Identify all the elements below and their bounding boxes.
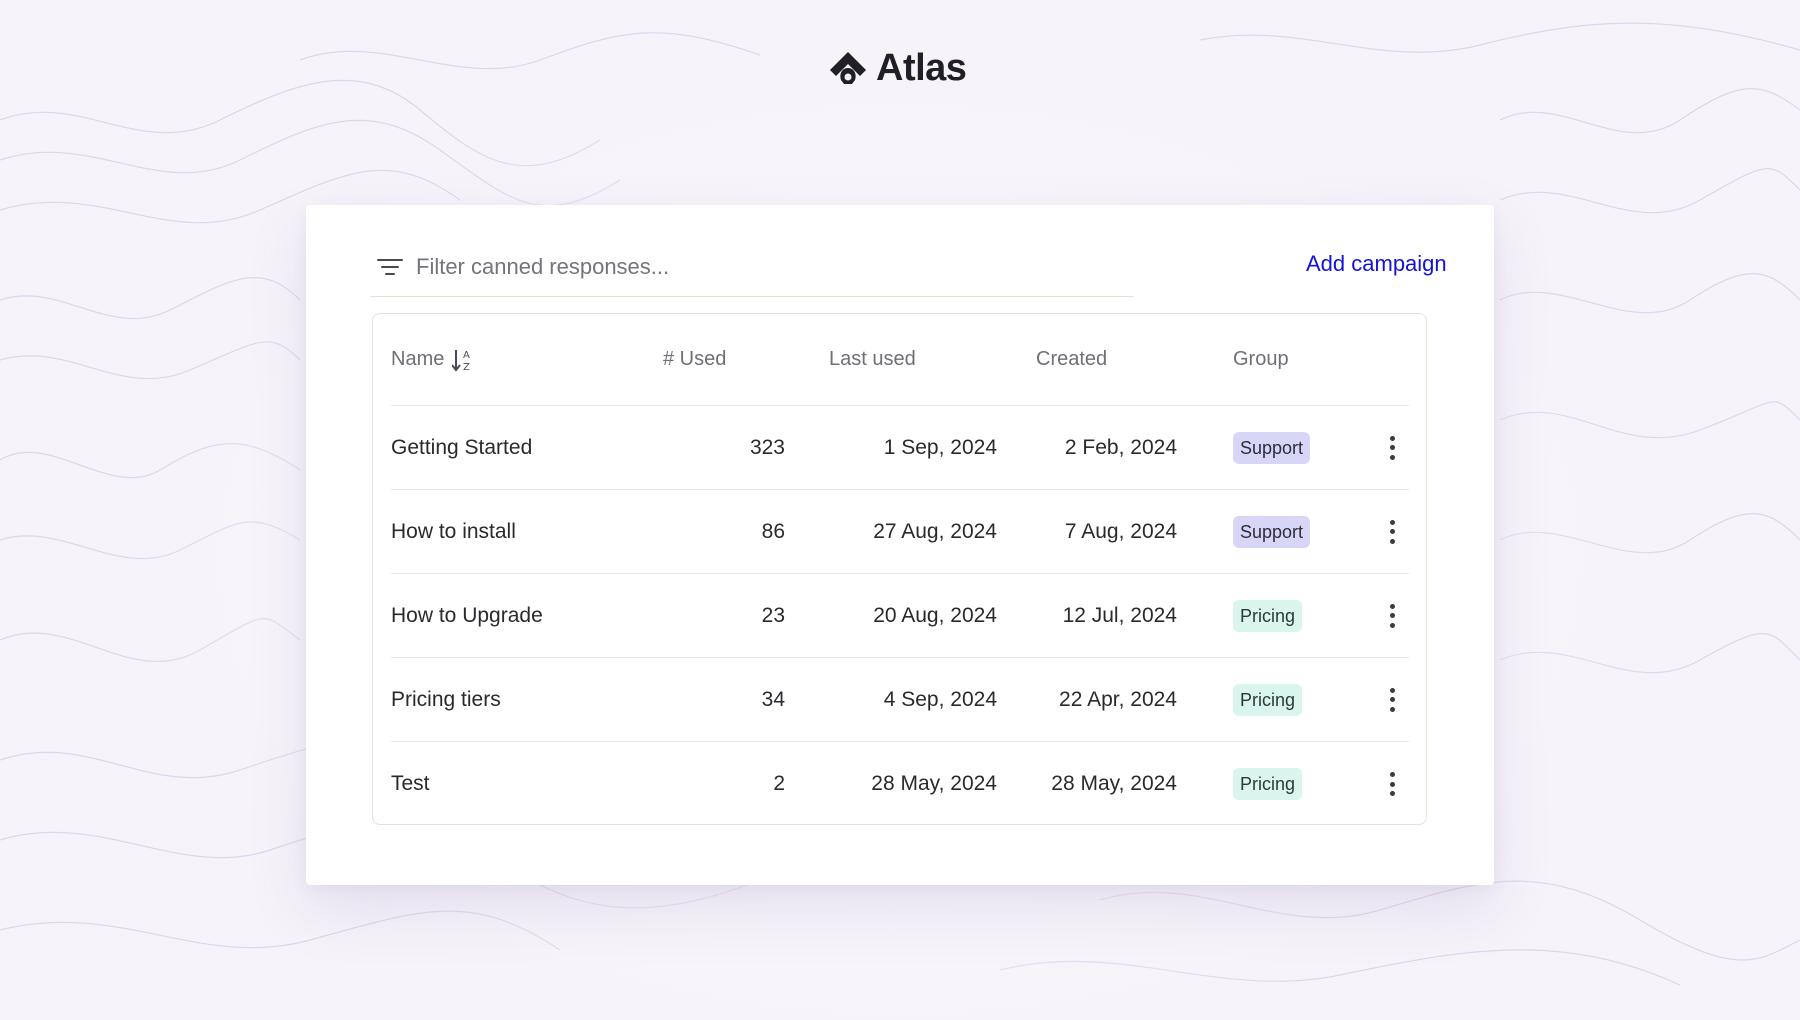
add-campaign-button[interactable]: Add campaign: [1306, 251, 1447, 277]
column-header-name-label: Name: [391, 348, 445, 370]
row-last-used: 4 Sep, 2024: [883, 687, 997, 711]
row-menu-cell: [1377, 406, 1407, 489]
row-last-used: 1 Sep, 2024: [883, 435, 997, 459]
table-row[interactable]: Getting Started 323 1 Sep, 2024 2 Feb, 2…: [391, 406, 1409, 490]
row-group-cell: Pricing: [1233, 658, 1353, 741]
svg-text:A: A: [463, 350, 470, 361]
column-header-name[interactable]: Name A Z: [391, 314, 631, 405]
row-name: How to Upgrade: [391, 603, 543, 627]
row-created: 12 Jul, 2024: [1062, 603, 1177, 627]
more-vertical-icon[interactable]: [1377, 600, 1407, 632]
row-group-cell: Support: [1233, 406, 1353, 489]
group-badge: Pricing: [1233, 768, 1303, 800]
row-name: How to install: [391, 519, 516, 543]
row-group-cell: Support: [1233, 490, 1353, 573]
filter-input[interactable]: [416, 253, 1056, 280]
responses-table: Name A Z # Used Last used Created Group …: [372, 313, 1427, 825]
row-created: 22 Apr, 2024: [1059, 687, 1177, 711]
table-row[interactable]: How to Upgrade 23 20 Aug, 2024 12 Jul, 2…: [391, 574, 1409, 658]
group-badge: Support: [1233, 515, 1311, 548]
canned-responses-card: Add campaign Name A Z # Used Last used C…: [306, 205, 1494, 885]
row-used-count: 323: [749, 435, 785, 459]
more-vertical-icon[interactable]: [1377, 432, 1407, 464]
row-last-used: 28 May, 2024: [871, 772, 997, 795]
column-header-created[interactable]: Created: [1036, 314, 1202, 405]
column-header-last-used[interactable]: Last used: [829, 314, 1015, 405]
filter-bar: [370, 237, 1134, 297]
atlas-logo-icon: [830, 52, 866, 84]
row-used-count: 23: [761, 603, 785, 627]
row-last-used: 27 Aug, 2024: [873, 519, 997, 543]
row-menu-cell: [1377, 490, 1407, 573]
row-created: 7 Aug, 2024: [1064, 519, 1177, 543]
more-vertical-icon[interactable]: [1377, 516, 1407, 548]
row-menu-cell: [1377, 574, 1407, 657]
table-row[interactable]: Pricing tiers 34 4 Sep, 2024 22 Apr, 202…: [391, 658, 1409, 742]
group-badge: Support: [1233, 431, 1311, 464]
row-used-count: 86: [761, 519, 785, 543]
more-vertical-icon[interactable]: [1377, 684, 1407, 716]
brand-name: Atlas: [876, 46, 967, 89]
row-last-used: 20 Aug, 2024: [873, 603, 997, 627]
row-created: 28 May, 2024: [1051, 772, 1177, 795]
row-menu-cell: [1377, 742, 1407, 826]
column-header-group[interactable]: Group: [1233, 314, 1353, 405]
table-header: Name A Z # Used Last used Created Group: [391, 314, 1409, 406]
table-row[interactable]: Test 2 28 May, 2024 28 May, 2024 Pricing: [391, 742, 1409, 826]
brand-logo: Atlas: [826, 46, 967, 90]
row-group-cell: Pricing: [1233, 574, 1353, 657]
row-name: Pricing tiers: [391, 687, 501, 711]
group-badge: Pricing: [1233, 599, 1303, 632]
more-vertical-icon[interactable]: [1377, 768, 1407, 800]
row-used-count: 34: [761, 687, 785, 711]
row-menu-cell: [1377, 658, 1407, 741]
row-created: 2 Feb, 2024: [1064, 435, 1177, 459]
row-name: Test: [391, 772, 430, 795]
column-header-used[interactable]: # Used: [663, 314, 827, 405]
row-name: Getting Started: [391, 435, 533, 459]
filter-icon: [376, 257, 404, 277]
svg-text:Z: Z: [463, 362, 470, 373]
table-row[interactable]: How to install 86 27 Aug, 2024 7 Aug, 20…: [391, 490, 1409, 574]
group-badge: Pricing: [1233, 683, 1303, 716]
row-used-count: 2: [773, 772, 785, 795]
row-group-cell: Pricing: [1233, 742, 1353, 826]
sort-alpha-icon[interactable]: A Z: [452, 347, 474, 373]
